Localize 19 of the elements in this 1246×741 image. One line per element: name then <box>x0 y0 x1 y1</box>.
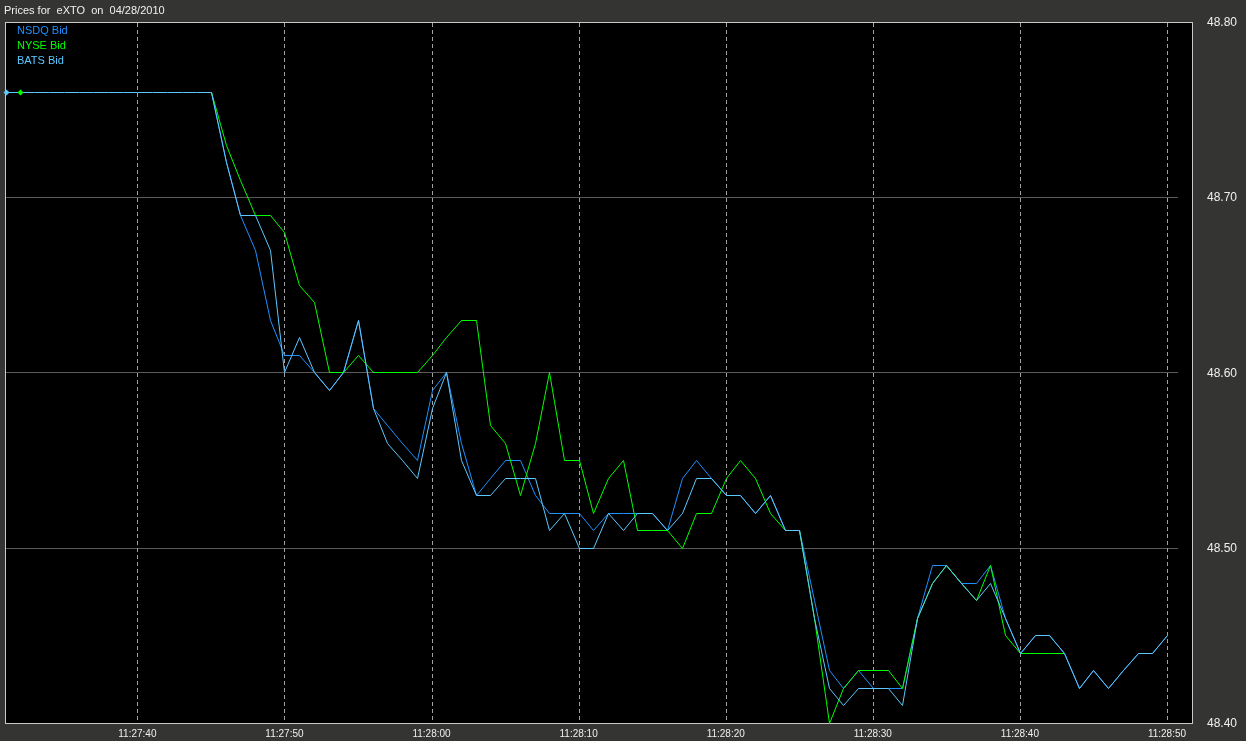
legend-label: NSDQ Bid <box>17 24 68 36</box>
y-axis-label: 48.50 <box>1207 540 1238 555</box>
legend-label: BATS Bid <box>17 54 64 66</box>
x-axis-label: 11:28:40 <box>1000 728 1039 739</box>
y-axis-label: 48.40 <box>1207 716 1238 730</box>
y-axis-label: 48.70 <box>1207 190 1238 205</box>
legend-label: NYSE Bid <box>17 39 66 51</box>
x-axis-label: 11:28:30 <box>853 728 892 739</box>
x-axis-label: 11:28:00 <box>412 728 451 739</box>
point-marker <box>3 89 10 96</box>
chart-title: Prices for eXTO on 04/28/2010 <box>4 4 165 16</box>
x-axis-label: 11:27:40 <box>118 728 157 739</box>
x-axis-label: 11:28:50 <box>1147 728 1187 739</box>
x-axis-label: 11:28:10 <box>559 728 598 739</box>
x-axis-label: 11:28:20 <box>706 728 745 739</box>
y-axis-label: 48.60 <box>1207 365 1238 380</box>
point-marker <box>17 89 24 96</box>
x-axis-label: 11:27:50 <box>265 728 304 739</box>
y-axis-label: 48.80 <box>1207 16 1238 29</box>
